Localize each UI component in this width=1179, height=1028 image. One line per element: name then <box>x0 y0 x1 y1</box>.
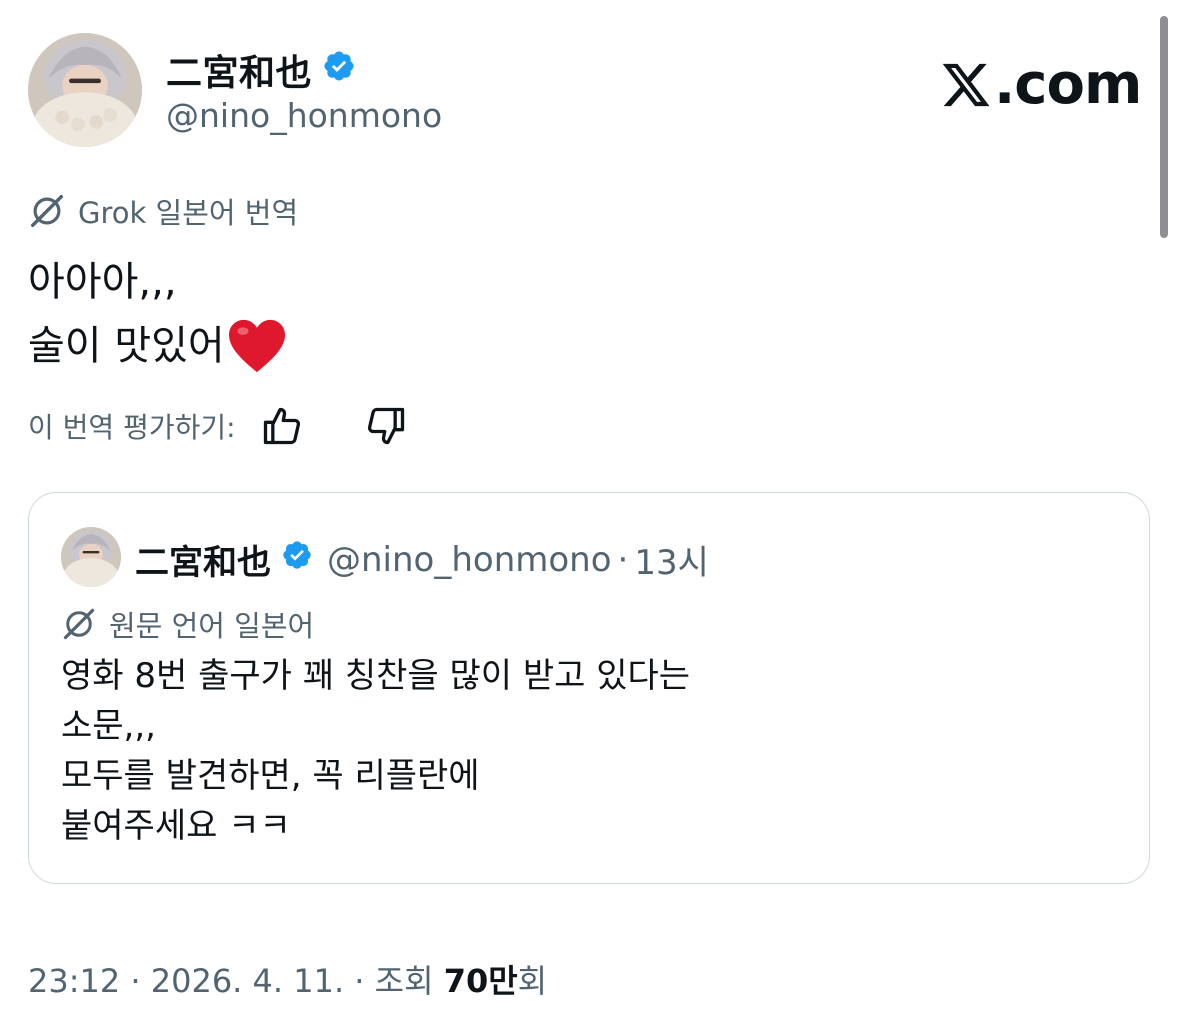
quoted-handle[interactable]: @nino_honmono <box>327 540 612 580</box>
tweet-text: 아아아,,, 술이 맛있어 <box>28 250 287 378</box>
author-name-row[interactable]: 二宮和也 <box>166 44 356 96</box>
quoted-line-3: 모두를 발견하면, 꼭 리플란에 <box>61 756 480 796</box>
quoted-tweet-card[interactable]: 二宮和也 @nino_honmono · 13시 원문 언어 일본어 영화 8번… <box>28 492 1150 884</box>
separator-dot: · <box>617 539 629 580</box>
thumbs-down-button[interactable] <box>362 402 410 450</box>
brand-text: .com <box>994 52 1142 117</box>
brand-watermark: .com <box>940 52 1142 117</box>
scrollbar[interactable] <box>1160 16 1168 238</box>
grok-translation-text: Grok 일본어 번역 <box>78 196 299 230</box>
post-date[interactable]: 2026. 4. 11. <box>151 962 344 1000</box>
views-label: 조회 <box>374 962 434 1000</box>
post-time[interactable]: 23:12 <box>28 962 120 1000</box>
quoted-header: 二宮和也 @nino_honmono · 13시 <box>135 535 709 584</box>
quoted-author-avatar[interactable] <box>61 527 121 587</box>
rate-translation-row: 이 번역 평가하기: <box>28 402 410 450</box>
quoted-line-1: 영화 8번 출구가 꽤 칭찬을 많이 받고 있다는 <box>61 656 691 696</box>
separator-dot: · <box>354 962 365 1000</box>
grok-icon <box>31 195 63 227</box>
tweet-line-2-text: 술이 맛있어 <box>28 323 225 369</box>
thumbs-down-icon <box>367 407 404 445</box>
tweet-line-2: 술이 맛있어 <box>28 314 287 378</box>
grok-icon <box>63 608 95 640</box>
separator-dot: · <box>130 962 141 1000</box>
verified-badge-icon <box>281 539 313 580</box>
quoted-line-4: 붙여주세요 ㅋㅋ <box>61 806 291 846</box>
tweet-line-1: 아아아,,, <box>28 259 177 305</box>
author-avatar[interactable] <box>28 33 142 147</box>
views-suffix: 회 <box>517 962 548 1000</box>
rate-translation-label: 이 번역 평가하기: <box>28 411 236 444</box>
heart-emoji-icon <box>228 319 285 373</box>
quoted-timestamp[interactable]: 13시 <box>634 535 709 584</box>
verified-badge-icon <box>322 49 356 92</box>
thumbs-up-button[interactable] <box>258 402 306 450</box>
avatar-image <box>28 33 142 147</box>
avatar-image <box>61 527 121 587</box>
author-handle[interactable]: @nino_honmono <box>166 96 442 135</box>
original-language-text: 원문 언어 일본어 <box>109 609 315 643</box>
quoted-line-2: 소문,,, <box>61 706 156 746</box>
thumbs-up-icon <box>263 407 300 445</box>
quoted-text: 영화 8번 출구가 꽤 칭찬을 많이 받고 있다는 소문,,, 모두를 발견하면… <box>61 651 690 851</box>
original-language-label: 원문 언어 일본어 <box>61 603 314 645</box>
tweet-meta: 23:12 · 2026. 4. 11. · 조회 70만회 <box>28 956 547 1002</box>
x-logo-icon <box>942 63 990 106</box>
views-count: 70만 <box>443 962 518 1000</box>
author-display-name[interactable]: 二宮和也 <box>166 44 312 96</box>
quoted-display-name[interactable]: 二宮和也 <box>135 535 271 584</box>
grok-translation-label: Grok 일본어 번역 <box>28 190 298 232</box>
